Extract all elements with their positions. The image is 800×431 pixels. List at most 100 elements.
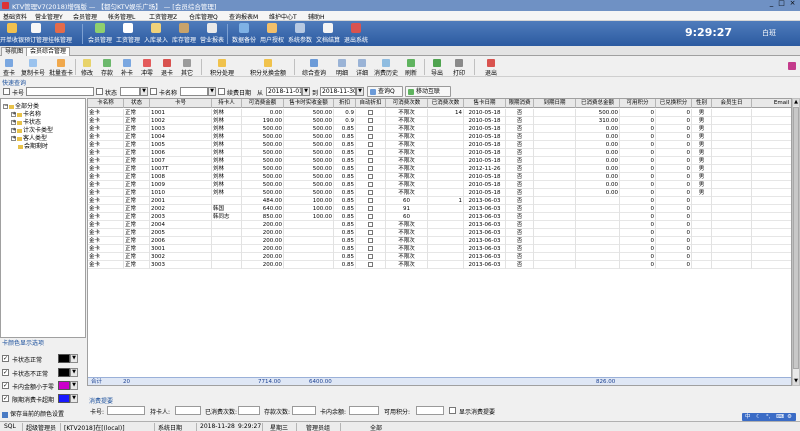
tip-saved-times-field[interactable]	[292, 406, 316, 415]
table-row[interactable]: 金卡 正常 1008 刘林 500.00 500.00 0.85 不限次 2010-05-18 否…	[88, 173, 791, 181]
table-row[interactable]: 金卡 正常 1002 刘林 190.00 500.00 0.9 不限次 2010-05-18 否 3…	[88, 117, 791, 125]
vertical-scrollbar[interactable]: ▲ ▼	[792, 98, 800, 386]
checkbox-icon[interactable]	[368, 150, 373, 155]
scroll-up-icon[interactable]: ▲	[793, 99, 799, 106]
status-select[interactable]	[120, 87, 140, 96]
checkbox-icon[interactable]	[368, 166, 373, 171]
points-exchange-button[interactable]: 积分兑换金额	[250, 58, 286, 77]
doc-settle-button[interactable]: 文档结算	[316, 23, 340, 45]
save-color-settings-button[interactable]: 保存当前的颜色设置	[2, 409, 64, 418]
chevron-down-icon[interactable]: ▼	[208, 87, 216, 96]
checkbox-icon[interactable]	[368, 198, 373, 203]
history-button[interactable]: 消费历史	[374, 58, 398, 77]
column-header[interactable]: 折扣	[334, 99, 356, 108]
scroll-thumb[interactable]	[793, 107, 799, 369]
column-header[interactable]: Email	[752, 99, 791, 108]
renew-date-checkbox[interactable]	[218, 88, 225, 95]
points-button[interactable]: 积分处理	[210, 58, 234, 77]
table-row[interactable]: 金卡 正常 3002 200.00 0.85 不限次 2013-06-03 否 0 0	[88, 253, 791, 261]
menu-reports[interactable]: 查询报表M	[229, 12, 258, 21]
scroll-down-icon[interactable]: ▼	[793, 378, 799, 385]
mobile-link-button[interactable]: 移动互联	[405, 86, 451, 97]
table-row[interactable]: 金卡 正常 2002 韩国 640.00 100.00 0.85 91 2013-06-03 否 0…	[88, 205, 791, 213]
menu-member[interactable]: 会员管理	[73, 12, 97, 21]
table-row[interactable]: 金卡 正常 2001 484.00 100.00 0.85 60 1 2013-06-03 否 0 0	[88, 197, 791, 205]
tab-member-management[interactable]: 会员综合管理	[26, 47, 71, 56]
checkbox-icon[interactable]	[368, 222, 373, 227]
column-header[interactable]: 已消费次数	[428, 99, 464, 108]
ime-indicator[interactable]: 中 ☾ °, ⌨ ⚙	[742, 413, 796, 421]
inventory-button[interactable]: 库存管理	[172, 23, 196, 45]
tree-item[interactable]: 会期剩时	[18, 141, 48, 150]
checkbox-icon[interactable]	[368, 174, 373, 179]
date-from-input[interactable]: 2018-11-01	[266, 87, 302, 96]
column-header[interactable]: 会员生日	[712, 99, 752, 108]
checkbox-icon[interactable]	[368, 230, 373, 235]
column-header[interactable]: 到期日期	[534, 99, 576, 108]
exit-button[interactable]: 退出	[484, 58, 498, 77]
menu-payroll[interactable]: 工资管理Z	[149, 12, 177, 21]
checkbox-icon[interactable]	[368, 118, 373, 123]
table-row[interactable]: 金卡 正常 2006 200.00 0.85 不限次 2013-06-03 否 0 0	[88, 237, 791, 245]
minimize-icon[interactable]: _	[768, 0, 775, 7]
sales-report-button[interactable]: 营业报表	[200, 23, 224, 45]
option-checkbox[interactable]: ✓	[2, 382, 9, 389]
table-row[interactable]: 金卡 正常 1006 刘林 500.00 500.00 0.85 不限次 2010-05-18 否…	[88, 149, 791, 157]
option-checkbox[interactable]: ✓	[2, 395, 9, 402]
clear-zero-button[interactable]: 冲零	[140, 58, 154, 77]
payroll-button[interactable]: 工资管理	[116, 23, 140, 45]
column-header[interactable]: 卡名称	[88, 99, 124, 108]
table-row[interactable]: 金卡 正常 2005 200.00 0.85 不限次 2013-06-03 否 0 0	[88, 229, 791, 237]
card-name-select[interactable]	[180, 87, 208, 96]
card-no-input[interactable]	[26, 87, 94, 96]
table-row[interactable]: 金卡 正常 2004 200.00 0.85 不限次 2013-06-03 否 0 0	[88, 221, 791, 229]
other-button[interactable]: 其它	[180, 58, 194, 77]
system-params-button[interactable]: 系统参数	[288, 23, 312, 45]
checkbox-icon[interactable]	[368, 246, 373, 251]
checkbox-icon[interactable]	[368, 158, 373, 163]
column-header[interactable]: 自动折扣	[356, 99, 386, 108]
chevron-down-icon[interactable]: ▼	[70, 381, 78, 390]
checkbox-icon[interactable]	[368, 142, 373, 147]
column-header[interactable]: 售卡时实收金额	[284, 99, 334, 108]
reissue-button[interactable]: 补卡	[120, 58, 134, 77]
checkbox-icon[interactable]	[368, 110, 373, 115]
color-swatch[interactable]	[58, 394, 70, 403]
menu-business[interactable]: 营业管理Y	[35, 12, 63, 21]
column-header[interactable]: 可消费金额	[242, 99, 284, 108]
member-mgmt-button[interactable]: 会员管理	[88, 23, 112, 45]
checkbox-icon[interactable]	[368, 182, 373, 187]
color-swatch[interactable]	[58, 381, 70, 390]
menu-warehouse[interactable]: 仓库管理Q	[189, 12, 218, 21]
checkbox-icon[interactable]	[368, 262, 373, 267]
tip-holder-field[interactable]	[175, 406, 201, 415]
checkbox-icon[interactable]	[368, 254, 373, 259]
user-auth-button[interactable]: 用户授权	[260, 23, 284, 45]
column-header[interactable]: 可用积分	[620, 99, 656, 108]
status-checkbox[interactable]	[96, 88, 103, 95]
query-button[interactable]: 查询Q	[367, 86, 403, 97]
checkbox-icon[interactable]	[368, 190, 373, 195]
edit-button[interactable]: 修改	[80, 58, 94, 77]
tip-card-no-field[interactable]	[107, 406, 145, 415]
backup-button[interactable]: 数据备份	[232, 23, 256, 45]
refresh-button[interactable]: 刷新	[404, 58, 418, 77]
menu-basic-data[interactable]: 基础资料	[3, 12, 27, 21]
checkbox-icon[interactable]	[368, 238, 373, 243]
chevron-down-icon[interactable]: ▼	[356, 87, 364, 96]
date-to-input[interactable]: 2018-11-30	[320, 87, 356, 96]
color-swatch[interactable]	[58, 368, 70, 377]
chevron-down-icon[interactable]: ▼	[70, 354, 78, 363]
batch-find-button[interactable]: 批量查卡	[49, 58, 73, 77]
tip-spent-times-field[interactable]	[238, 406, 260, 415]
table-row[interactable]: 金卡 正常 1001 刘林 0.00 500.00 0.9 不限次 14 2010-05-18 否 5…	[88, 109, 791, 117]
table-row[interactable]: 金卡 正常 3003 200.00 0.85 不限次 2013-06-03 否 0 0	[88, 261, 791, 269]
details-button[interactable]: 明细	[335, 58, 349, 77]
table-row[interactable]: 金卡 正常 1007T 刘林 500.00 500.00 0.85 不限次 2012-11-26…	[88, 165, 791, 173]
checkbox-icon[interactable]	[368, 214, 373, 219]
card-no-checkbox[interactable]	[3, 88, 10, 95]
table-row[interactable]: 金卡 正常 1003 刘林 500.00 500.00 0.85 不限次 2010-05-18 否…	[88, 125, 791, 133]
collapse-icon[interactable]: −	[3, 104, 8, 109]
copy-card-no-button[interactable]: 复制卡号	[21, 58, 45, 77]
card-name-checkbox[interactable]	[150, 88, 157, 95]
